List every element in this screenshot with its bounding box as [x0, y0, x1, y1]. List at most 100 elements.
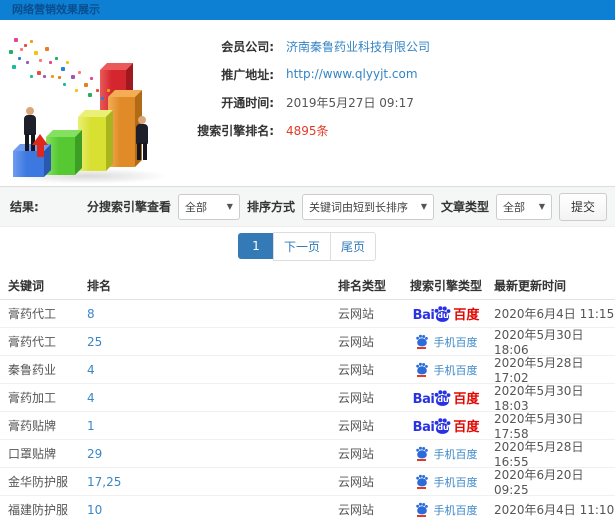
- url-label: 推广地址:: [221, 67, 274, 82]
- keyword-cell: 膏药贴牌: [8, 419, 57, 433]
- updated-cell: 2020年6月4日 11:10: [494, 503, 615, 517]
- next-page-button[interactable]: 下一页: [272, 231, 331, 261]
- table-header-row: 关键词 排名 排名类型 搜索引擎类型 最新更新时间: [0, 271, 615, 300]
- sort-value: 关键词由短到长排序: [308, 200, 408, 214]
- engine-filter-label: 分搜索引擎查看: [86, 200, 171, 214]
- chevron-down-icon: ▼: [226, 202, 233, 211]
- confetti-dot: [51, 75, 54, 78]
- confetti-dot: [66, 61, 69, 64]
- confetti-dot: [26, 61, 29, 64]
- summary-section: 会员公司: 济南秦鲁药业科技有限公司 推广地址: http://www.qlyy…: [0, 20, 615, 186]
- company-label: 会员公司:: [221, 39, 274, 54]
- updated-cell: 2020年6月20日 09:25: [494, 468, 584, 497]
- baidu-paw-icon: [415, 334, 428, 347]
- last-page-button[interactable]: 尾页: [330, 231, 377, 261]
- updated-cell: 2020年6月4日 11:15: [494, 307, 615, 321]
- table-row: 福建防护服 10 云网站 手机百度 2020年6月4日 11:10: [0, 496, 615, 520]
- company-link[interactable]: 济南秦鲁药业科技有限公司: [286, 38, 430, 55]
- mobile-baidu-logo: 手机百度: [415, 334, 478, 350]
- info-row-open-time: 开通时间: 2019年5月27日 09:17: [190, 88, 430, 116]
- table-row: 金华防护服 17,25 云网站 手机百度 2020年6月20日 09:25: [0, 468, 615, 497]
- keyword-cell: 福建防护服: [8, 503, 69, 517]
- confetti-dot: [90, 77, 93, 80]
- rank-type-cell: 云网站: [338, 419, 375, 433]
- result-label: 结果:: [10, 200, 39, 214]
- confetti-dot: [78, 71, 81, 74]
- open-time-value: 2019年5月27日 09:17: [286, 95, 414, 110]
- bar-chart-illustration: [0, 30, 175, 185]
- table-row: 口罩贴牌 29 云网站 手机百度 2020年5月28日 16:55: [0, 440, 615, 469]
- filter-controls: 分搜索引擎查看 全部 ▼ 排序方式 关键词由短到长排序 ▼ 文章类型 全部 ▼ …: [86, 192, 615, 221]
- rank-link[interactable]: 29: [85, 447, 338, 461]
- engine-filter-select[interactable]: 全部 ▼: [177, 193, 240, 220]
- engine-cell: Bai du 百度: [400, 305, 492, 322]
- mobile-baidu-logo: 手机百度: [415, 474, 478, 490]
- confetti-dot: [88, 93, 92, 97]
- confetti-dot: [24, 44, 27, 47]
- rank-link[interactable]: 25: [85, 335, 338, 349]
- confetti-dot: [45, 47, 49, 51]
- marketing-report-page: 网络营销效果展示 会员公司: 济南秦鲁药业科技有限公司 推广地址: http:/…: [0, 0, 615, 520]
- updated-cell: 2020年5月28日 17:02: [494, 356, 584, 385]
- rank-link[interactable]: 10: [85, 503, 338, 517]
- growth-arrow-icon: [32, 134, 48, 157]
- rank-type-cell: 云网站: [338, 391, 375, 405]
- baidu-paw-icon: [415, 474, 428, 487]
- baidu-logo: Bai du 百度: [413, 417, 479, 434]
- filter-bar: 结果: 分搜索引擎查看 全部 ▼ 排序方式 关键词由短到长排序 ▼ 文章类型 全…: [0, 186, 615, 227]
- confetti-dot: [75, 89, 78, 92]
- updated-cell: 2020年5月30日 17:58: [494, 412, 584, 441]
- updated-cell: 2020年5月30日 18:03: [494, 384, 584, 413]
- table-row: 膏药代工 8 云网站 Bai du 百度 2020年6月4日 11:15: [0, 300, 615, 328]
- keyword-cell: 膏药加工: [8, 391, 57, 405]
- article-type-value: 全部: [502, 200, 525, 214]
- rank-link[interactable]: 17,25: [85, 475, 338, 489]
- keyword-cell: 秦鲁药业: [8, 363, 57, 377]
- engine-cell: 手机百度: [400, 446, 492, 462]
- header-updated: 最新更新时间: [494, 278, 567, 293]
- table-row: 膏药贴牌 1 云网站 Bai du 百度 2020年5月30日 17:58: [0, 412, 615, 441]
- confetti-dot: [34, 51, 38, 55]
- header-engine-type: 搜索引擎类型: [409, 278, 482, 293]
- mobile-baidu-logo: 手机百度: [415, 362, 478, 378]
- confetti-dot: [71, 75, 75, 79]
- page-1-button[interactable]: 1: [237, 233, 274, 259]
- confetti-dot: [9, 50, 13, 54]
- keyword-cell: 膏药代工: [8, 307, 57, 321]
- sort-label: 排序方式: [246, 200, 295, 214]
- info-row-url: 推广地址: http://www.qlyyjt.com: [190, 60, 430, 88]
- chart-bar-yellow: [78, 110, 113, 171]
- rank-type-cell: 云网站: [338, 307, 375, 321]
- rank-link[interactable]: 4: [85, 363, 338, 377]
- submit-button[interactable]: 提交: [558, 192, 607, 221]
- confetti-dot: [49, 61, 52, 64]
- engine-cell: Bai du 百度: [400, 389, 492, 406]
- keyword-cell: 口罩贴牌: [8, 447, 57, 461]
- table-body: 膏药代工 8 云网站 Bai du 百度 2020年6月4日 11:15 膏药代工 25 云网站手…: [0, 300, 615, 520]
- baidu-paw-icon: [415, 446, 428, 459]
- chevron-down-icon: ▼: [420, 202, 427, 211]
- confetti-dot: [58, 76, 61, 79]
- company-info: 会员公司: 济南秦鲁药业科技有限公司 推广地址: http://www.qlyy…: [190, 32, 430, 144]
- confetti-dot: [18, 57, 21, 60]
- keyword-cell: 膏药代工: [8, 335, 57, 349]
- rank-link[interactable]: 4: [85, 391, 338, 405]
- header-rank-type: 排名类型: [338, 278, 387, 293]
- confetti-dot: [101, 97, 104, 100]
- info-row-company: 会员公司: 济南秦鲁药业科技有限公司: [190, 32, 430, 60]
- rank-type-cell: 云网站: [338, 363, 375, 377]
- mobile-baidu-logo: 手机百度: [415, 446, 478, 462]
- confetti-dot: [55, 57, 58, 60]
- promo-url-link[interactable]: http://www.qlyyjt.com: [286, 67, 418, 81]
- confetti-dot: [37, 71, 41, 75]
- table-row: 膏药代工 25 云网站 手机百度 2020年5月30日 18:06: [0, 328, 615, 357]
- article-type-select[interactable]: 全部 ▼: [495, 193, 552, 220]
- rank-link[interactable]: 1: [85, 419, 338, 433]
- page-title: 网络营销效果展示: [12, 3, 100, 16]
- confetti-dot: [39, 59, 42, 62]
- baidu-logo: Bai du 百度: [413, 389, 479, 406]
- confetti-dot: [107, 89, 110, 92]
- sort-select[interactable]: 关键词由短到长排序 ▼: [301, 193, 434, 220]
- rank-link[interactable]: 8: [85, 307, 338, 321]
- confetti-dot: [63, 83, 66, 86]
